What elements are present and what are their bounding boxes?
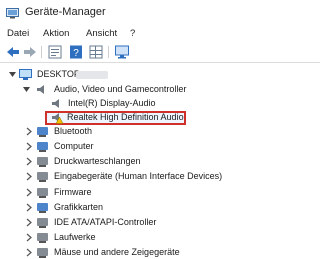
tree-category-label: Laufwerke xyxy=(54,232,96,242)
tree-category[interactable]: Bluetooth xyxy=(0,125,320,138)
tree-category-label: Computer xyxy=(54,141,94,151)
tree-category-label: Bluetooth xyxy=(54,126,93,136)
bluetooth-icon xyxy=(37,127,48,137)
tree-category[interactable]: Mäuse und andere Zeigegeräte xyxy=(0,246,320,259)
speaker-icon xyxy=(52,99,59,108)
speaker-icon xyxy=(37,85,44,94)
chip-icon xyxy=(37,188,48,198)
tree-category-label: Mäuse und andere Zeigegeräte xyxy=(54,247,180,257)
properties-icon[interactable] xyxy=(47,44,63,60)
tree-root[interactable]: DESKTOP- xyxy=(0,68,320,81)
help-icon[interactable]: ? xyxy=(68,44,84,60)
expand-arrow-icon[interactable] xyxy=(24,126,33,137)
expand-arrow-icon[interactable] xyxy=(24,232,33,243)
menu-aktion[interactable]: Aktion xyxy=(43,28,69,39)
tree-category-label: IDE ATA/ATAPI-Controller xyxy=(54,217,157,227)
tree-category-label: Grafikkarten xyxy=(54,202,104,212)
computer-icon xyxy=(19,69,32,80)
display-adapter-icon xyxy=(37,203,48,213)
expand-arrow-icon[interactable] xyxy=(24,156,33,167)
menu-ansicht[interactable]: Ansicht xyxy=(86,28,117,39)
expand-arrow-icon[interactable] xyxy=(24,247,33,258)
keyboard-icon xyxy=(37,172,48,182)
tree-device-realtek-audio[interactable]: Realtek High Definition Audio xyxy=(0,111,320,124)
tree-category[interactable]: Grafikkarten xyxy=(0,201,320,214)
collapse-arrow-icon[interactable] xyxy=(8,69,17,80)
tree-category[interactable]: Computer xyxy=(0,140,320,153)
toolbar-separator xyxy=(41,46,42,58)
tree-category-label: Eingabegeräte (Human Interface Devices) xyxy=(54,171,223,181)
hostname-redacted xyxy=(76,71,108,79)
toolbar: ? xyxy=(0,42,320,63)
menu-help[interactable]: ? xyxy=(130,28,135,39)
tree-category[interactable]: Laufwerke xyxy=(0,231,320,244)
drive-icon xyxy=(37,233,48,243)
computer-icon xyxy=(37,142,48,152)
collapse-arrow-icon[interactable] xyxy=(22,84,31,95)
back-arrow-icon[interactable] xyxy=(5,44,21,60)
menu-datei[interactable]: Datei xyxy=(7,28,29,39)
mouse-icon xyxy=(37,248,48,258)
svg-text:?: ? xyxy=(73,48,79,59)
tree-device-intel-audio[interactable]: Intel(R) Display-Audio xyxy=(0,97,320,110)
tree-category[interactable]: Firmware xyxy=(0,186,320,199)
forward-arrow-icon[interactable] xyxy=(22,44,38,60)
toolbar-separator xyxy=(108,46,109,58)
device-manager-icon xyxy=(6,8,19,19)
monitor-icon[interactable] xyxy=(114,44,130,60)
ide-controller-icon xyxy=(37,218,48,228)
tree-device-label: Intel(R) Display-Audio xyxy=(68,98,156,108)
tree-category-label: Audio, Video und Gamecontroller xyxy=(54,84,187,94)
tree-category-audio[interactable]: Audio, Video und Gamecontroller xyxy=(0,83,320,96)
expand-arrow-icon[interactable] xyxy=(24,171,33,182)
menu-bar: Datei Aktion Ansicht ? xyxy=(0,26,320,42)
tree-category-label: Druckwarteschlangen xyxy=(54,156,141,166)
tree-category-label: Firmware xyxy=(54,187,92,197)
grid-icon[interactable] xyxy=(88,44,104,60)
window-title: Geräte-Manager xyxy=(25,6,106,18)
title-bar: Geräte-Manager xyxy=(0,0,320,27)
expand-arrow-icon[interactable] xyxy=(24,217,33,228)
tree-category[interactable]: Eingabegeräte (Human Interface Devices) xyxy=(0,170,320,183)
expand-arrow-icon[interactable] xyxy=(24,187,33,198)
tree-device-label: Realtek High Definition Audio xyxy=(67,112,184,122)
tree-category[interactable]: Druckwarteschlangen xyxy=(0,155,320,168)
expand-arrow-icon[interactable] xyxy=(24,141,33,152)
printer-icon xyxy=(37,157,48,167)
tree-category[interactable]: IDE ATA/ATAPI-Controller xyxy=(0,216,320,229)
expand-arrow-icon[interactable] xyxy=(24,202,33,213)
speaker-warning-icon xyxy=(52,113,63,124)
